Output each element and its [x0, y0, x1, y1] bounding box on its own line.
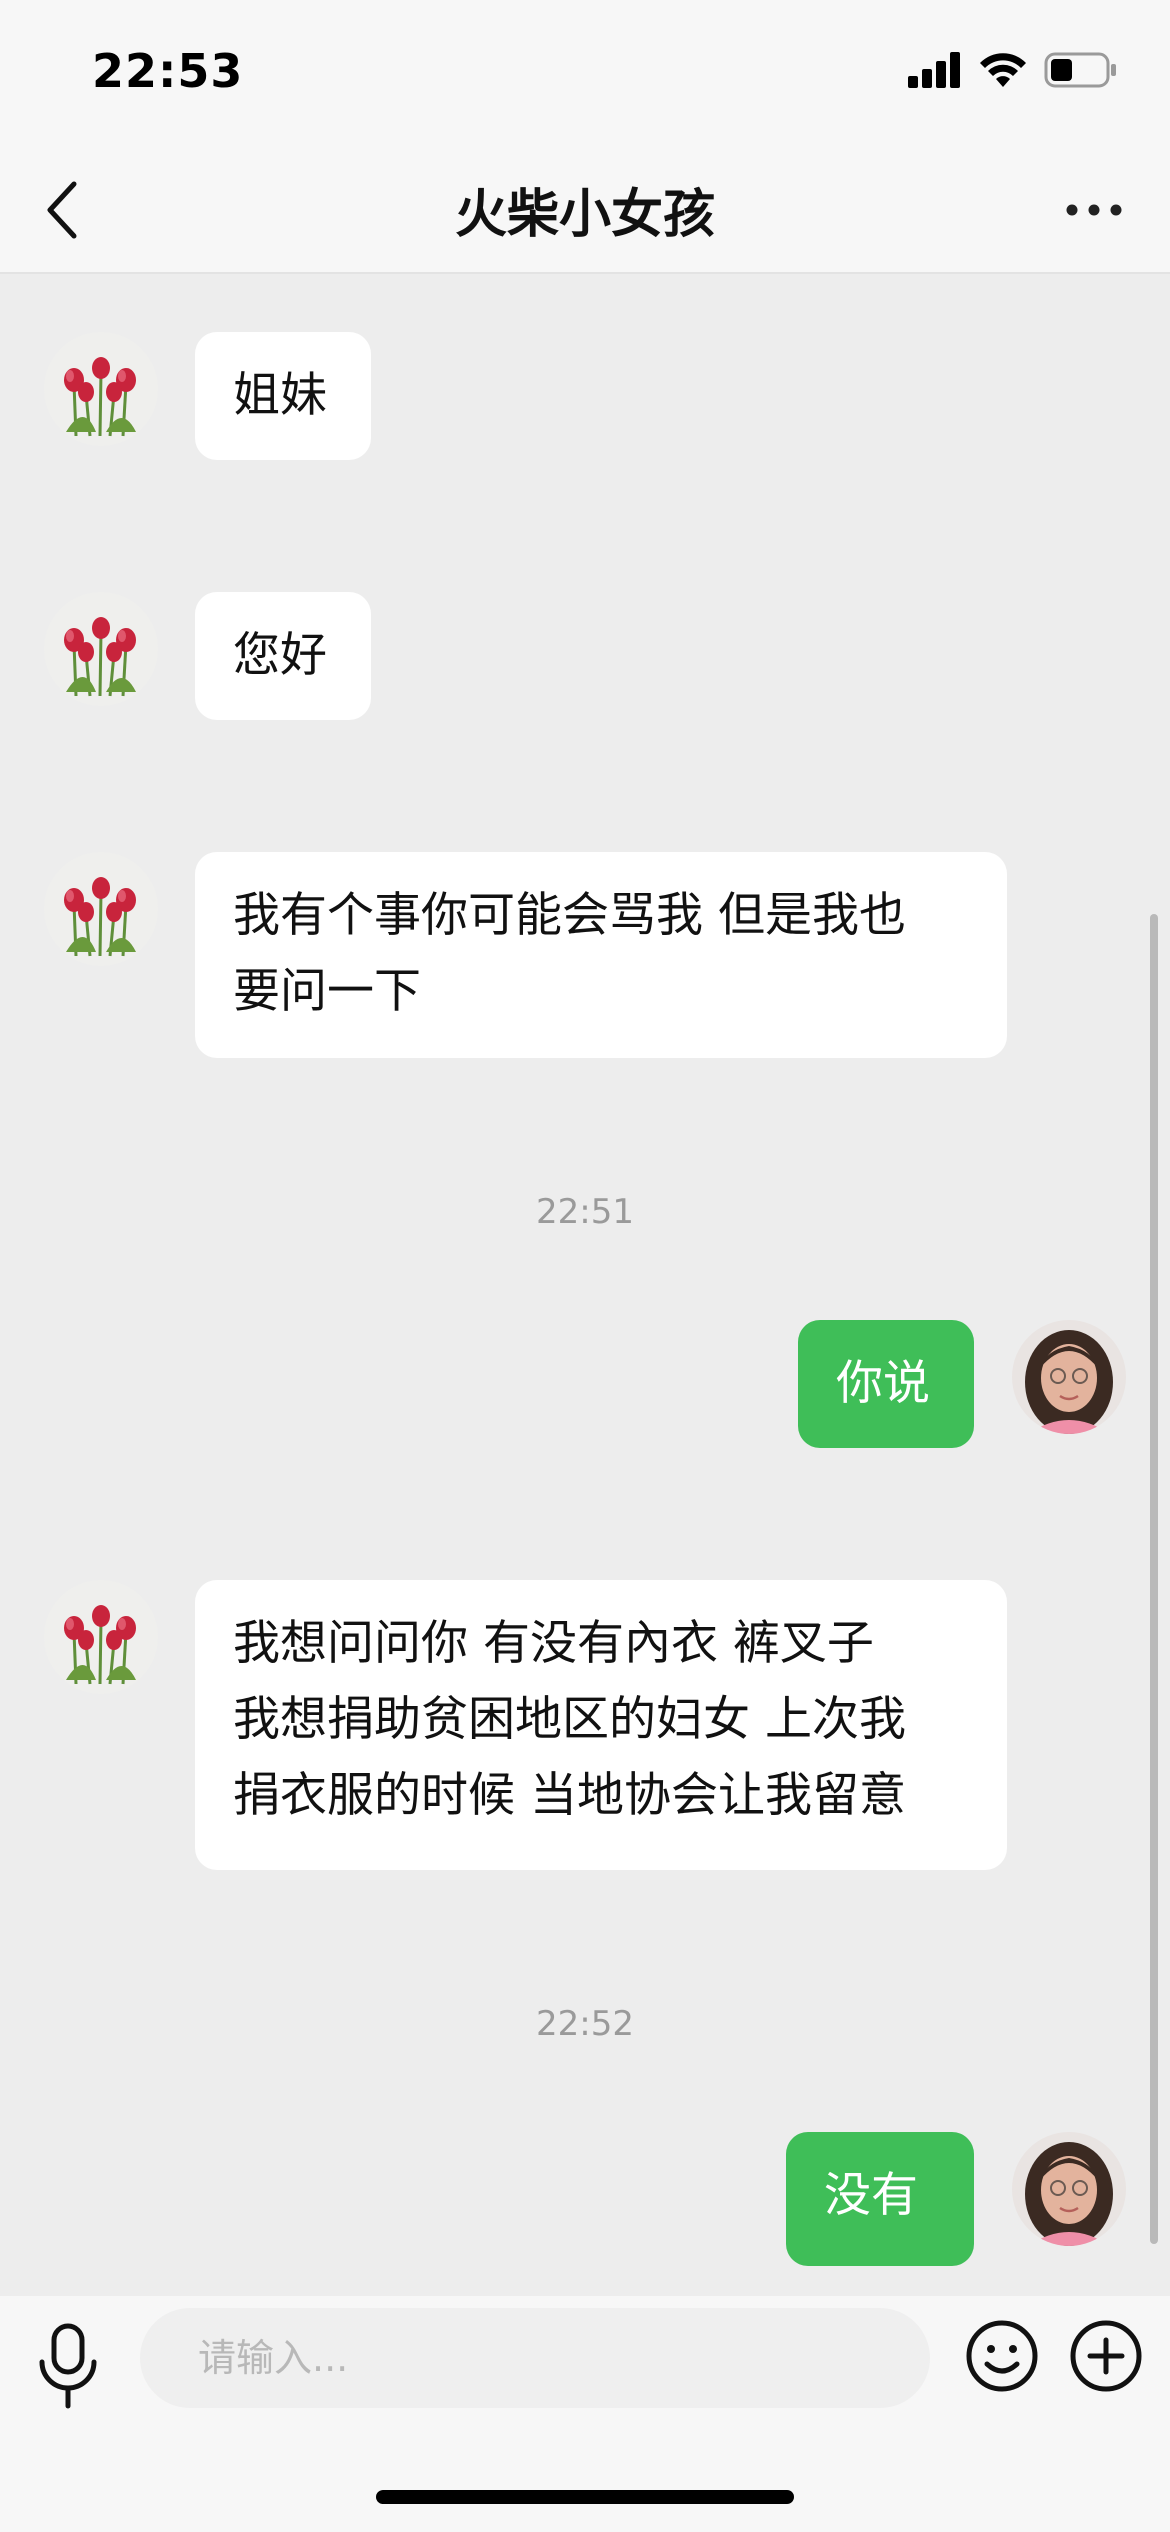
- nav-bar: 火柴小女孩: [0, 150, 1170, 274]
- message-bubble-incoming[interactable]: 我想问问你 有没有內衣 裤叉子 我想捐助贫困地区的妇女 上次我 捐衣服的时候 当…: [195, 1580, 1007, 1870]
- message-text-line: 要问一下: [233, 964, 421, 1019]
- message-text: 你说: [836, 1356, 930, 1411]
- status-time: 22:53: [92, 44, 244, 98]
- contact-avatar[interactable]: [44, 852, 158, 966]
- message-text: 没有: [824, 2168, 918, 2223]
- message-text-line: 我想问问你 有没有內衣 裤叉子: [233, 1616, 874, 1671]
- message-bubble-incoming[interactable]: 您好: [195, 592, 371, 720]
- status-bar: 22:53: [0, 0, 1170, 150]
- user-avatar[interactable]: [1012, 1320, 1126, 1434]
- home-indicator[interactable]: [376, 2490, 794, 2504]
- message-bubble-outgoing[interactable]: 你说: [798, 1320, 974, 1448]
- message-text-line: 我有个事你可能会骂我 但是我也: [233, 888, 906, 943]
- timestamp: 22:52: [536, 2004, 634, 2044]
- wifi-icon: [980, 53, 1026, 87]
- chat-title: 火柴小女孩: [454, 185, 715, 245]
- message-input[interactable]: 请输入...: [140, 2308, 930, 2408]
- message-text: 姐妹: [233, 368, 327, 423]
- status-icons: [908, 48, 1118, 92]
- message-bubble-incoming[interactable]: 姐妹: [195, 332, 371, 460]
- microphone-icon[interactable]: [32, 2318, 104, 2414]
- timestamp: 22:51: [536, 1192, 634, 1232]
- battery-icon: [1044, 52, 1116, 88]
- contact-avatar[interactable]: [44, 1580, 158, 1694]
- contact-avatar[interactable]: [44, 332, 158, 446]
- signal-icon: [908, 52, 960, 88]
- more-dots-icon[interactable]: [1054, 178, 1134, 242]
- message-text-line: 我想捐助贫困地区的妇女 上次我: [233, 1692, 906, 1747]
- message-text: 您好: [233, 628, 327, 683]
- user-avatar[interactable]: [1012, 2132, 1126, 2246]
- message-text-line: 捐衣服的时候 当地协会让我留意: [233, 1768, 906, 1823]
- message-bubble-incoming[interactable]: 我有个事你可能会骂我 但是我也 要问一下: [195, 852, 1007, 1058]
- plus-circle-icon[interactable]: [1068, 2318, 1144, 2394]
- scrollbar[interactable]: [1150, 914, 1158, 2244]
- smiley-icon[interactable]: [964, 2318, 1040, 2394]
- contact-avatar[interactable]: [44, 592, 158, 706]
- message-bubble-outgoing[interactable]: 没有: [786, 2132, 974, 2266]
- message-list[interactable]: 姐妹 您好 我有个事你可能会骂我 但是我也 要问一下 22:51 你说 我想问问…: [0, 274, 1170, 2296]
